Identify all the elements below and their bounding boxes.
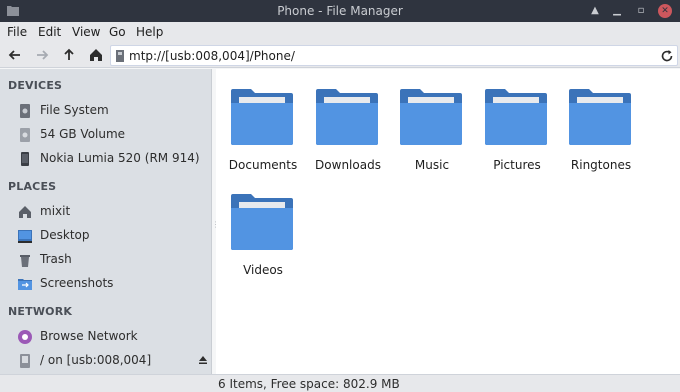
drive-icon [116, 50, 124, 62]
menu-help[interactable]: Help [136, 25, 163, 39]
location-bar[interactable]: mtp://[usb:008,004]/Phone/ [110, 45, 678, 66]
drive-icon [20, 104, 30, 118]
folder-item-downloads[interactable]: Downloads [303, 69, 383, 172]
menu-go[interactable]: Go [109, 25, 126, 39]
home-icon [19, 206, 31, 218]
menu-view[interactable]: View [72, 25, 100, 39]
minimize-button[interactable]: ▁ [610, 4, 624, 18]
folder-icon [316, 89, 378, 145]
folder-item-pictures[interactable]: Pictures [472, 69, 552, 172]
sidebar-item-label: 54 GB Volume [40, 127, 126, 141]
sidebar-item-phone[interactable]: Nokia Lumia 520 (RM 914) [0, 147, 212, 171]
sidebar: DEVICES File System 54 GB Volume Nokia L… [0, 69, 212, 374]
back-button[interactable] [5, 45, 25, 65]
location-path[interactable]: mtp://[usb:008,004]/Phone/ [129, 49, 295, 63]
toolbar: mtp://[usb:008,004]/Phone/ [0, 42, 680, 68]
sidebar-item-file-system[interactable]: File System [0, 99, 212, 123]
sidebar-item-browse-network[interactable]: Browse Network [0, 325, 212, 349]
folder-item-music[interactable]: Music [387, 69, 467, 172]
sidebar-item-desktop[interactable]: Desktop [0, 224, 212, 248]
sidebar-item-label: mixit [40, 204, 71, 218]
folder-item-documents[interactable]: Documents [218, 69, 298, 172]
arrow-up-icon [64, 48, 74, 60]
file-manager-window: Phone - File Manager ▲ ▁ ▫ ✕ File Edit V… [0, 0, 680, 392]
drive-icon [20, 128, 30, 142]
sidebar-item-label: Screenshots [40, 276, 114, 290]
up-button[interactable] [59, 45, 79, 65]
sidebar-item-screenshots[interactable]: Screenshots [0, 272, 212, 296]
sidebar-item-label: Browse Network [40, 329, 138, 343]
folder-icon [18, 279, 32, 290]
folder-item-ringtones[interactable]: Ringtones [556, 69, 636, 172]
menu-edit[interactable]: Edit [38, 25, 61, 39]
arrow-right-icon [37, 50, 49, 60]
folder-label: Ringtones [570, 158, 632, 172]
device-icon [20, 354, 30, 368]
forward-button[interactable] [32, 45, 52, 65]
reload-icon[interactable] [659, 48, 675, 64]
home-button[interactable] [86, 45, 106, 65]
eject-icon[interactable] [198, 355, 208, 365]
folder-label: Videos [243, 263, 283, 277]
sidebar-item-label: / on [usb:008,004] [40, 353, 152, 367]
folder-item-videos[interactable]: Videos [218, 174, 298, 277]
menu-bar: File Edit View Go Help [0, 22, 680, 42]
menu-file[interactable]: File [7, 25, 27, 39]
folder-icon [400, 89, 462, 145]
status-text: 6 Items, Free space: 802.9 MB [218, 377, 400, 391]
sidebar-item-mixit[interactable]: mixit [0, 200, 212, 224]
places-header: PLACES [8, 180, 57, 193]
splitter-handle[interactable]: ⋮ [212, 220, 220, 234]
network-header: NETWORK [8, 305, 73, 318]
title-bar[interactable]: Phone - File Manager ▲ ▁ ▫ ✕ [0, 0, 680, 22]
home-icon [90, 49, 102, 61]
sidebar-item-trash[interactable]: Trash [0, 248, 212, 272]
sidebar-item-label: File System [40, 103, 109, 117]
status-bar: 6 Items, Free space: 802.9 MB [0, 374, 680, 392]
file-view: Documents Downloads Music Pictures Ringt… [216, 69, 680, 374]
phone-icon [21, 152, 29, 166]
folder-label: Pictures [493, 158, 541, 172]
folder-icon [485, 89, 547, 145]
shade-button[interactable]: ▲ [588, 4, 602, 18]
folder-icon [231, 89, 293, 145]
folder-icon [231, 194, 293, 250]
network-icon [18, 330, 32, 344]
devices-header: DEVICES [8, 79, 63, 92]
folder-label: Downloads [315, 158, 381, 172]
sidebar-item-volume[interactable]: 54 GB Volume [0, 123, 212, 147]
folder-icon [569, 89, 631, 145]
trash-icon [20, 255, 30, 267]
close-button[interactable]: ✕ [658, 4, 672, 18]
window-title: Phone - File Manager [277, 4, 403, 18]
sidebar-item-label: Desktop [40, 228, 90, 242]
arrow-left-icon [8, 50, 20, 60]
sidebar-item-usb-mount[interactable]: / on [usb:008,004] [0, 349, 212, 373]
folder-label: Documents [228, 158, 298, 172]
desktop-icon [18, 230, 32, 243]
maximize-button[interactable]: ▫ [634, 4, 648, 18]
sidebar-item-label: Trash [40, 252, 72, 266]
sidebar-item-label: Nokia Lumia 520 (RM 914) [40, 151, 200, 165]
folder-label: Music [414, 158, 450, 172]
